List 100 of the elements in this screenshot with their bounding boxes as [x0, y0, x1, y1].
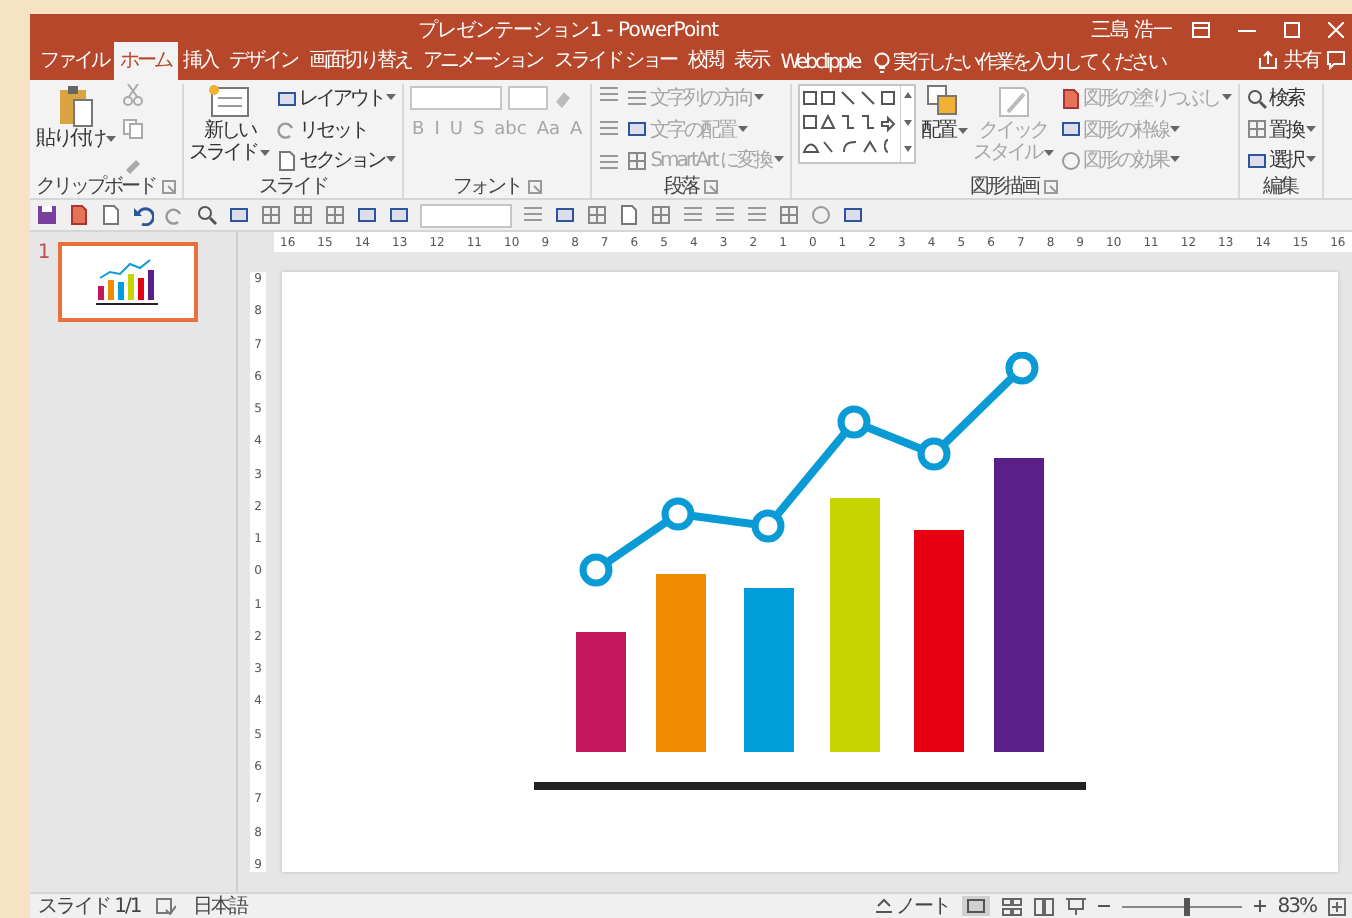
table-icon[interactable]: [778, 204, 800, 226]
slideshow-icon[interactable]: [1065, 897, 1086, 915]
language-label[interactable]: 日本語: [192, 892, 247, 918]
lines-icon[interactable]: [522, 204, 544, 226]
search-icon: [1245, 87, 1267, 109]
caret-icon: [754, 94, 765, 102]
caret-icon: [957, 127, 967, 135]
caret-icon: [1170, 125, 1180, 133]
ribbon-tab[interactable]: 挿入: [177, 42, 223, 80]
caret-icon: [1305, 156, 1315, 164]
notes-button[interactable]: ノート: [875, 892, 950, 918]
caret-icon: [386, 94, 396, 102]
spellcheck-icon[interactable]: [156, 897, 177, 915]
table-icon[interactable]: [292, 204, 314, 226]
caret-icon: [1221, 94, 1231, 102]
comment-icon[interactable]: [1326, 50, 1346, 70]
undo-icon[interactable]: [132, 204, 154, 226]
table-icon: [626, 149, 649, 171]
search-icon[interactable]: [196, 204, 218, 226]
table-icon[interactable]: [650, 204, 672, 226]
ribbon-tab[interactable]: Webclipple: [774, 48, 866, 80]
slide-thumbnail[interactable]: [58, 242, 198, 322]
ribbon-tab[interactable]: アニメーション: [417, 42, 548, 80]
slide-command-button[interactable]: リセット: [275, 115, 396, 143]
edit-command-button[interactable]: 選択: [1245, 146, 1315, 174]
caret-icon: [773, 156, 783, 164]
group-label: 図形描画: [970, 173, 1038, 200]
user-name: 三島 浩一: [1090, 17, 1172, 44]
share-label[interactable]: 共有: [1284, 46, 1320, 74]
fit-slide-icon[interactable]: [1328, 897, 1346, 915]
zoom-level[interactable]: 83%: [1277, 895, 1316, 917]
table-icon[interactable]: [260, 204, 282, 226]
slide-icon: [275, 87, 297, 109]
lines-icon[interactable]: [714, 204, 736, 226]
circle-icon: [1059, 149, 1081, 171]
table-icon: [1245, 118, 1267, 140]
slider-thumb[interactable]: [1184, 897, 1191, 915]
ribbon-tab[interactable]: デザイン: [223, 42, 303, 80]
save-icon[interactable]: [36, 204, 58, 226]
document-icon[interactable]: [618, 204, 640, 226]
maximize-icon[interactable]: [1284, 22, 1300, 38]
normal-view-icon[interactable]: [961, 896, 990, 916]
table-icon[interactable]: [586, 204, 608, 226]
slide-icon[interactable]: [842, 204, 864, 226]
new-slide-button[interactable]: 新しい スライド: [189, 84, 269, 164]
ribbon-tab[interactable]: 画面切り替え: [303, 42, 417, 80]
ribbon-tab[interactable]: 表示: [728, 42, 775, 80]
group-label: 段落: [663, 173, 698, 200]
group-label: クリップボード: [36, 173, 155, 200]
document-icon: [1059, 87, 1081, 109]
ribbon-tab[interactable]: ホーム: [114, 42, 177, 80]
caret-icon: [386, 156, 396, 164]
redo-icon: [275, 118, 297, 140]
ribbon-display-icon[interactable]: [1192, 22, 1210, 38]
circle-icon[interactable]: [810, 204, 832, 226]
edit-command-button[interactable]: 置換: [1245, 115, 1315, 143]
ribbon-tab[interactable]: スライド ショー: [548, 42, 683, 80]
ribbon-tab[interactable]: 校閲: [682, 42, 729, 80]
slide-command-button[interactable]: レイアウト: [275, 84, 396, 112]
edit-command-button[interactable]: 検索: [1245, 84, 1315, 112]
document-icon: [275, 149, 297, 171]
caret-icon: [737, 125, 748, 133]
copy-icon[interactable]: [122, 118, 144, 140]
paste-button[interactable]: 貼り付け: [36, 84, 116, 150]
caret-icon: [1170, 156, 1180, 164]
document-icon[interactable]: [100, 204, 122, 226]
slide-icon[interactable]: [356, 204, 378, 226]
share-icon: [1258, 50, 1278, 70]
slide-icon: [1059, 118, 1081, 140]
line-marker: [1004, 352, 1038, 385]
slide-counter: スライド 1/1: [38, 894, 141, 918]
caret-icon: [259, 149, 269, 157]
zoom-in-icon[interactable]: [1253, 900, 1266, 912]
close-icon[interactable]: [1328, 22, 1344, 38]
caret-icon: [1305, 125, 1315, 133]
slide-sorter-icon[interactable]: [1001, 897, 1022, 915]
window-title: プレゼンテーション1 - PowerPoint: [416, 17, 721, 44]
document-icon[interactable]: [68, 204, 90, 226]
lines-icon[interactable]: [682, 204, 704, 226]
lines-icon: [626, 87, 649, 109]
slide-icon: [626, 118, 649, 140]
slide-icon: [1245, 149, 1267, 171]
table-icon[interactable]: [324, 204, 346, 226]
lines-icon[interactable]: [746, 204, 768, 226]
group-label: フォント: [453, 174, 522, 200]
ribbon-tab[interactable]: ファイル: [34, 42, 114, 80]
slide-icon[interactable]: [554, 204, 576, 226]
caret-up-icon: [875, 898, 892, 914]
group-label: 編集: [1263, 174, 1297, 200]
bar: [575, 632, 625, 752]
reading-view-icon[interactable]: [1033, 897, 1054, 915]
zoom-out-icon[interactable]: [1097, 900, 1110, 912]
caret-icon: [1043, 149, 1053, 157]
slide-icon[interactable]: [388, 204, 410, 226]
dialog-launcher-icon[interactable]: [161, 179, 175, 193]
slide-command-button[interactable]: セクション: [275, 146, 396, 174]
group-label: スライド: [258, 174, 327, 200]
slide-icon[interactable]: [228, 204, 250, 226]
slide-number: 1: [35, 242, 53, 268]
redo-icon[interactable]: [164, 204, 186, 226]
